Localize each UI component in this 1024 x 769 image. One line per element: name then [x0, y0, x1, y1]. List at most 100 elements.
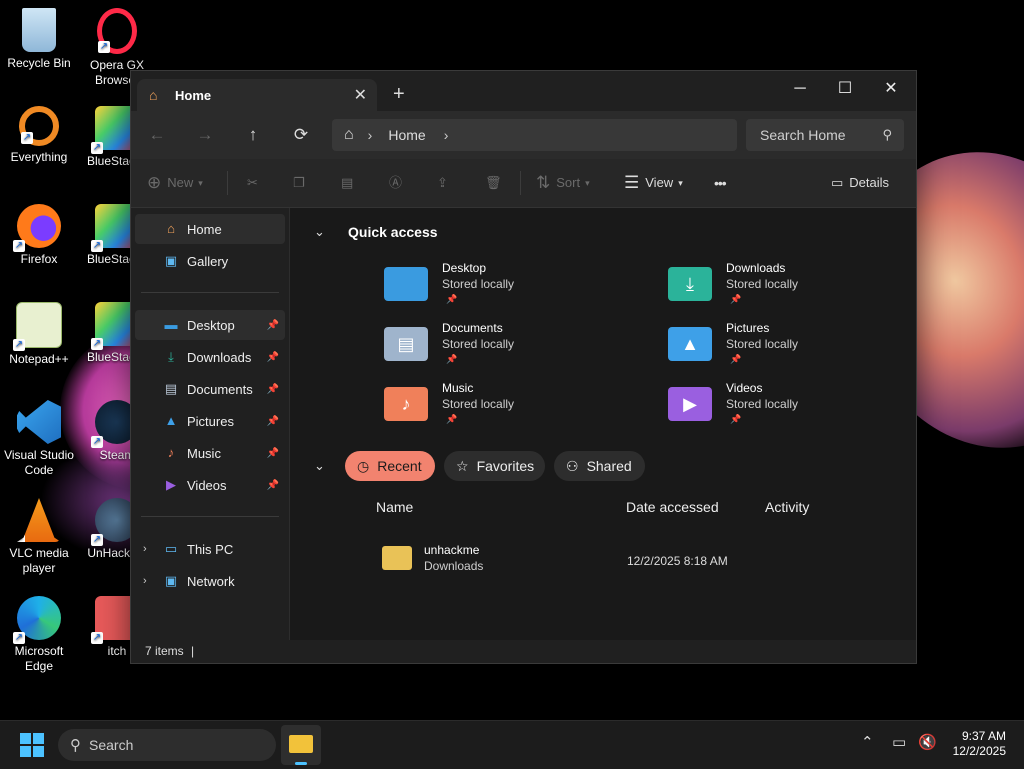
new-tab-button[interactable]: + — [393, 83, 405, 106]
shortcut-arrow-icon: ↗ — [91, 338, 103, 350]
back-arrow-icon[interactable]: ← — [145, 123, 169, 147]
desktop-icon-edge[interactable]: ↗ Microsoft Edge — [0, 596, 79, 674]
chevron-right-icon[interactable]: › — [143, 543, 147, 555]
quick-access-name: Desktop — [442, 261, 487, 275]
delete-icon[interactable]: 🗑 — [485, 171, 502, 195]
tab-title: Home — [175, 87, 212, 103]
network-status-icon[interactable]: ▭ — [892, 733, 906, 751]
tab-shared-label: Shared — [586, 458, 632, 474]
desktop-icon-vlc[interactable]: ↗ VLC media player — [0, 498, 79, 576]
tab-close-icon[interactable]: ✕ — [354, 85, 367, 105]
shortcut-arrow-icon: ↗ — [13, 339, 25, 351]
file-explorer-icon — [289, 735, 313, 753]
breadcrumb-home[interactable]: Home — [388, 127, 425, 143]
sidebar-item-gallery[interactable]: ▣ Gallery — [135, 246, 285, 276]
new-button[interactable]: ⊕ New ▾ — [147, 171, 203, 195]
divider — [520, 171, 521, 195]
refresh-icon[interactable]: ⟳ — [289, 123, 313, 147]
desktop-icon-notepad-plus-plus[interactable]: ↗ Notepad++ — [0, 302, 79, 367]
close-button[interactable]: ✕ — [868, 75, 914, 103]
sort-button[interactable]: ⇅ Sort ▾ — [536, 171, 590, 195]
desktop-icon-vscode[interactable]: ↗ Visual Studio Code — [0, 400, 79, 478]
quick-access-item-pictures[interactable]: ▲ Pictures Stored locally 📌 — [668, 321, 928, 375]
search-icon: ⚲ — [70, 737, 81, 754]
pin-icon: 📌 — [266, 319, 279, 331]
desktop-icon-firefox[interactable]: ↗ Firefox — [0, 204, 79, 267]
search-box[interactable]: Search Home ⚲ — [746, 119, 904, 151]
sidebar-item-desktop[interactable]: ▬ Desktop 📌 — [135, 310, 285, 340]
paste-icon[interactable]: ▤ — [341, 171, 353, 195]
desktop-icon-everything[interactable]: ↗ Everything — [0, 106, 79, 165]
quick-access-status: Stored locally — [726, 337, 799, 351]
rename-icon[interactable]: Ⓐ — [389, 171, 402, 195]
tab-favorites-label: Favorites — [476, 458, 535, 474]
sidebar-item-network[interactable]: › ▣ Network — [135, 566, 285, 596]
view-button[interactable]: ☰ View ▾ — [624, 171, 683, 195]
breadcrumb-chevron-icon[interactable]: › — [444, 127, 449, 143]
taskbar-search[interactable]: ⚲ Search — [58, 729, 276, 761]
breadcrumb-chevron-icon[interactable]: › — [368, 127, 373, 143]
title-bar: ⌂ Home ✕ + ─ ☐ ✕ — [131, 71, 916, 111]
star-icon: ☆ — [456, 457, 469, 474]
tab-shared[interactable]: ⚇ Shared — [554, 451, 645, 481]
more-options-icon[interactable]: ••• — [714, 171, 727, 195]
quick-access-status: Stored locally — [726, 277, 799, 291]
new-label: New — [167, 175, 194, 190]
pin-icon: 📌 — [266, 415, 279, 427]
quick-access-item-documents[interactable]: ▤ Documents Stored locally 📌 — [384, 321, 644, 375]
vscode-icon: ↗ — [17, 400, 61, 444]
minimize-button[interactable]: ─ — [777, 75, 823, 103]
maximize-button[interactable]: ☐ — [822, 75, 868, 103]
chevron-down-icon: ▾ — [585, 178, 590, 188]
sidebar-item-label: This PC — [187, 541, 234, 557]
shortcut-arrow-icon: ↗ — [91, 142, 103, 154]
column-header-name[interactable]: Name — [376, 499, 413, 515]
sidebar-item-music[interactable]: ♪ Music 📌 — [135, 438, 285, 468]
table-row[interactable]: unhackme Downloads 12/2/2025 8:18 AM — [380, 538, 830, 580]
up-arrow-icon[interactable]: ↑ — [241, 123, 265, 147]
divider — [141, 516, 279, 517]
clock[interactable]: 9:37 AM 12/2/2025 — [953, 729, 1006, 759]
copy-icon[interactable]: ❐ — [293, 171, 305, 195]
firefox-icon: ↗ — [13, 204, 61, 252]
tab-recent[interactable]: ◷ Recent — [345, 451, 435, 481]
column-header-activity[interactable]: Activity — [765, 499, 809, 515]
desktop-icon-recycle-bin[interactable]: Recycle Bin — [0, 8, 79, 71]
tab-home[interactable]: ⌂ Home ✕ — [137, 79, 377, 111]
opera-gx-icon: ↗ — [97, 8, 137, 54]
shortcut-arrow-icon: ↗ — [91, 534, 103, 546]
home-icon[interactable]: ⌂ — [344, 126, 354, 144]
sidebar-item-this-pc[interactable]: › ▭ This PC — [135, 534, 285, 564]
chevron-down-icon[interactable]: ⌄ — [314, 458, 325, 474]
forward-arrow-icon[interactable]: → — [193, 123, 217, 147]
quick-access-item-music[interactable]: ♪ Music Stored locally 📌 — [384, 381, 644, 435]
quick-access-item-videos[interactable]: ▶ Videos Stored locally 📌 — [668, 381, 928, 435]
volume-muted-icon[interactable]: 🔇 — [918, 733, 937, 751]
active-indicator — [295, 762, 307, 765]
cut-icon[interactable]: ✂ — [247, 171, 258, 195]
downloads-folder-icon: ⤓ — [168, 349, 174, 364]
search-icon: ⚲ — [882, 127, 892, 142]
sidebar-item-home[interactable]: ⌂ Home — [135, 214, 285, 244]
sidebar-item-downloads[interactable]: ⤓ Downloads 📌 — [135, 342, 285, 372]
chevron-right-icon[interactable]: › — [143, 575, 147, 587]
start-button[interactable] — [20, 733, 44, 757]
sidebar-item-documents[interactable]: ▤ Documents 📌 — [135, 374, 285, 404]
sidebar-item-videos[interactable]: ▶ Videos 📌 — [135, 470, 285, 500]
windows-logo-icon — [33, 733, 44, 744]
quick-access-item-downloads[interactable]: ⤓ Downloads Stored locally 📌 — [668, 261, 928, 315]
view-label: View — [645, 175, 674, 190]
desktop-icon-label: VLC media player — [9, 546, 69, 575]
pin-icon: 📌 — [266, 351, 279, 363]
details-button[interactable]: ▭ Details — [831, 171, 889, 195]
sidebar-item-pictures[interactable]: ▲ Pictures 📌 — [135, 406, 285, 436]
share-icon[interactable]: ⇪ — [437, 171, 448, 195]
quick-access-item-desktop[interactable]: Desktop Stored locally 📌 — [384, 261, 644, 315]
address-bar[interactable]: ⌂ › Home › — [332, 119, 737, 151]
tab-favorites[interactable]: ☆ Favorites — [444, 451, 545, 481]
chevron-down-icon[interactable]: ⌄ — [314, 224, 325, 240]
taskbar-file-explorer[interactable] — [281, 725, 321, 765]
pin-icon: 📌 — [446, 294, 458, 304]
column-header-date-accessed[interactable]: Date accessed — [626, 499, 719, 515]
show-hidden-icons-icon[interactable]: ⌃ — [861, 733, 874, 751]
